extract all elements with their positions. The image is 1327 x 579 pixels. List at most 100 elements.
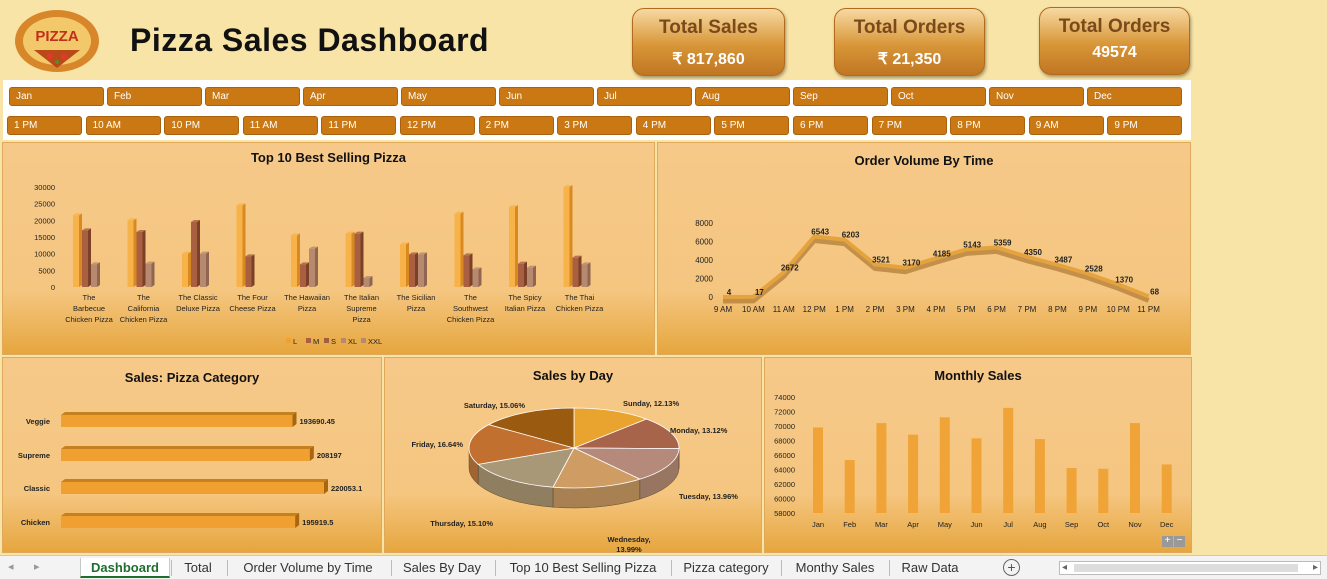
y-tick-label: 15000 (34, 233, 55, 242)
slicer-hour[interactable]: 11 PM (321, 116, 397, 135)
bar-S (472, 269, 479, 287)
slicer-month-apr[interactable]: Apr (303, 87, 398, 106)
bar-S (581, 264, 588, 287)
scroll-right-icon[interactable]: ▸ (1313, 562, 1318, 573)
slicer-hour[interactable]: 3 PM (557, 116, 633, 135)
chart-top10-pizza[interactable]: Top 10 Best Selling Pizza 0 5000 10000 1500… (2, 142, 655, 355)
slicer-month-dec[interactable]: Dec (1087, 87, 1182, 106)
chart-sales-by-day[interactable]: Sales by Day Sunday, 12.13% Monday, 13.12… (384, 357, 762, 554)
x-tick-label: Chicken Pizza (120, 315, 168, 324)
slicer-month-feb[interactable]: Feb (107, 87, 202, 106)
x-tick-label: The (464, 293, 477, 302)
slicer-hour[interactable]: 10 PM (164, 116, 240, 135)
slicer-month-sep[interactable]: Sep (793, 87, 888, 106)
x-tick-label: Pizza (352, 315, 371, 324)
x-tick-label: Pizza (298, 304, 317, 313)
slicer-month-mar[interactable]: Mar (205, 87, 300, 106)
sheet-tab[interactable]: Monthy Sales (782, 558, 888, 578)
dashboard-header: PIZZA Pizza Sales Dashboard Total Sales … (0, 0, 1327, 80)
bar-side-S (587, 262, 591, 287)
bar-L (291, 235, 297, 287)
slicer-hour[interactable]: 10 AM (85, 116, 161, 135)
x-tick-label: Jan (812, 520, 824, 529)
x-tick-label: Dec (1160, 520, 1174, 529)
x-tick-label: The Spicy (508, 293, 542, 302)
legend-label: M (313, 337, 319, 346)
scroll-thumb[interactable] (1074, 564, 1298, 572)
x-tick-label: Chicken Pizza (447, 315, 495, 324)
data-label: 2672 (781, 263, 799, 272)
slicer-month-jan[interactable]: Jan (9, 87, 104, 106)
sheet-tab[interactable]: Total (172, 558, 224, 578)
slicer-month-jun[interactable]: Jun (499, 87, 594, 106)
kpi-title: Total Sales (659, 17, 758, 38)
zoom-out-button[interactable]: − (1174, 536, 1185, 547)
bar-L (73, 215, 79, 287)
slicer-hour[interactable]: 5 PM (714, 116, 790, 135)
slicer-month-nov[interactable]: Nov (989, 87, 1084, 106)
x-tick-label: 3 PM (896, 305, 915, 314)
slicer-hour[interactable]: 8 PM (950, 116, 1026, 135)
x-tick-label: The (83, 293, 96, 302)
slicer-hour[interactable]: 2 PM (478, 116, 554, 135)
x-tick-label: Aug (1033, 520, 1046, 529)
bar-M (354, 233, 361, 287)
slicer-month-aug[interactable]: Aug (695, 87, 790, 106)
sheet-tab[interactable]: Dashboard (80, 558, 170, 578)
add-sheet-icon[interactable]: + (1003, 559, 1020, 576)
slicer-month-may[interactable]: May (401, 87, 496, 106)
bar-L (509, 207, 515, 287)
slicer-month-oct[interactable]: Oct (891, 87, 986, 106)
data-label: 3170 (903, 259, 921, 268)
slicer-hour[interactable]: 1 PM (7, 116, 82, 135)
legend-label: S (331, 337, 336, 346)
scroll-left-icon[interactable]: ◂ (1062, 562, 1067, 573)
bar-M (245, 256, 252, 287)
bar-L (400, 244, 406, 287)
scroll-left-icon[interactable]: ◂ (8, 560, 14, 573)
sheet-tab[interactable]: Pizza category (672, 558, 780, 578)
slicer-hour[interactable]: 7 PM (871, 116, 947, 135)
data-label: 2528 (1085, 265, 1103, 274)
horizontal-scrollbar[interactable]: ◂ ▸ (1059, 561, 1321, 575)
legend-swatch (286, 338, 291, 343)
bar-L (563, 187, 570, 287)
slicer-hour[interactable]: 9 PM (1107, 116, 1183, 135)
x-tick-label: 10 AM (742, 305, 765, 314)
slicer-month-jul[interactable]: Jul (597, 87, 692, 106)
pie-label: Tuesday, 13.96% (679, 492, 738, 501)
bar-side-S (533, 265, 536, 287)
tab-separator (671, 560, 672, 576)
slicer-hour[interactable]: 6 PM (793, 116, 868, 135)
sheet-tab[interactable]: Raw Data (890, 558, 970, 578)
x-tick-label: The Four (237, 293, 268, 302)
chart-monthly-sales[interactable]: Monthly Sales 58000 60000 62000 64000 66000 6… (764, 357, 1192, 553)
bar-side-M (469, 253, 473, 287)
slicer-hour[interactable]: 12 PM (400, 116, 475, 135)
category-bar (61, 516, 296, 528)
bar-L (127, 220, 134, 287)
sheet-tab[interactable]: Sales By Day (392, 558, 492, 578)
kpi-card-total-sales: Total Sales ₹ 817,860 (632, 8, 785, 76)
zoom-in-button[interactable]: + (1162, 536, 1173, 547)
chart-pizza-category[interactable]: Sales: Pizza Category Veggie 193690.45 Sup… (2, 357, 382, 553)
slicer-hour[interactable]: 9 AM (1028, 116, 1104, 135)
x-tick-label: 12 PM (803, 305, 826, 314)
tab-separator (889, 560, 890, 576)
bar-side-S (478, 267, 482, 287)
bar-side-M (197, 220, 200, 287)
sheet-tab[interactable]: Top 10 Best Selling Pizza (496, 558, 670, 578)
scroll-right-icon[interactable]: ▸ (34, 560, 40, 573)
slicer-hour[interactable]: 11 AM (242, 116, 318, 135)
x-tick-label: Southwest (453, 304, 489, 313)
slicer-hour[interactable]: 4 PM (635, 116, 711, 135)
bar-S (309, 248, 315, 287)
bar-S (418, 254, 424, 287)
y-tick-label: 5000 (38, 266, 55, 275)
kpi-title: Total Orders (1058, 16, 1171, 37)
x-tick-label: 4 PM (926, 305, 945, 314)
sheet-tab[interactable]: Order Volume by Time (228, 558, 388, 578)
pie-label: Thursday, 15.10% (430, 519, 493, 528)
bar-side-L (351, 231, 355, 287)
chart-order-volume[interactable]: Order Volume By Time 0 2000 4000 6000 8000 4 9… (657, 142, 1191, 355)
